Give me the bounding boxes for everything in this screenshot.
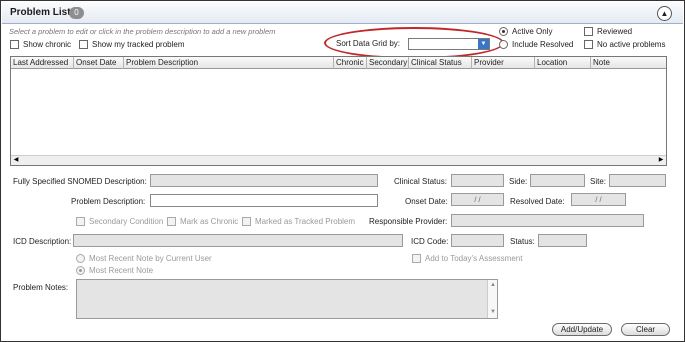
no-active-problems-checkbox[interactable] — [584, 40, 593, 49]
site-field — [609, 174, 666, 187]
responsible-provider-label: Responsible Provider: — [369, 217, 448, 226]
status-label: Status: — [510, 237, 535, 246]
column-header[interactable]: Location — [535, 57, 591, 69]
column-header[interactable]: Chronic — [334, 57, 367, 69]
column-header[interactable]: Secondary — [367, 57, 409, 69]
problem-count-badge: 0 — [69, 7, 84, 19]
column-header[interactable]: Last Addressed — [11, 57, 74, 69]
scroll-left-icon[interactable]: ◀ — [11, 156, 21, 165]
icd-code-field — [451, 234, 504, 247]
most-recent-note-label: Most Recent Note — [89, 266, 154, 275]
column-header[interactable]: Note — [591, 57, 666, 69]
icd-description-label: ICD Description: — [13, 237, 72, 246]
include-resolved-label: Include Resolved — [512, 40, 574, 49]
scroll-down-icon[interactable]: ▼ — [488, 308, 498, 317]
show-chronic-checkbox[interactable] — [10, 40, 19, 49]
clinical-status-field — [451, 174, 504, 187]
problem-notes-label: Problem Notes: — [13, 283, 69, 292]
secondary-condition-label: Secondary Condition — [89, 217, 164, 226]
chevron-down-icon[interactable]: ▼ — [478, 39, 489, 49]
onset-date-label: Onset Date: — [405, 197, 448, 206]
active-only-label: Active Only — [512, 27, 553, 36]
mark-chronic-label: Mark as Chronic — [180, 217, 239, 226]
panel-header: Problem List 0 ▲ — [2, 2, 683, 24]
notes-scrollbar[interactable]: ▲ ▼ — [487, 280, 497, 318]
status-field — [538, 234, 587, 247]
horizontal-scrollbar[interactable]: ◀ ▶ — [11, 155, 666, 165]
add-to-assessment-label: Add to Today's Assessment — [425, 254, 523, 263]
show-tracked-checkbox[interactable] — [79, 40, 88, 49]
reviewed-label: Reviewed — [597, 27, 633, 36]
scroll-right-icon[interactable]: ▶ — [656, 156, 666, 165]
onset-date-field: / / — [451, 193, 504, 206]
problem-data-grid[interactable]: Last Addressed Onset Date Problem Descri… — [10, 56, 667, 166]
scroll-up-icon[interactable]: ▲ — [488, 281, 498, 290]
side-label: Side: — [509, 177, 528, 186]
clear-button[interactable]: Clear — [621, 323, 670, 336]
mark-tracked-label: Marked as Tracked Problem — [255, 217, 356, 226]
chevron-up-icon[interactable]: ▲ — [657, 6, 672, 21]
site-label: Site: — [590, 177, 607, 186]
column-header[interactable]: Clinical Status — [409, 57, 472, 69]
no-active-problems-label: No active problems — [597, 40, 666, 49]
reviewed-checkbox[interactable] — [584, 27, 593, 36]
show-tracked-label: Show my tracked problem — [92, 40, 185, 49]
problem-description-label: Problem Description: — [71, 197, 146, 206]
add-to-assessment-checkbox[interactable] — [412, 254, 421, 263]
mark-chronic-checkbox[interactable] — [167, 217, 176, 226]
resolved-date-label: Resolved Date: — [510, 197, 565, 206]
clinical-status-label: Clinical Status: — [394, 177, 447, 186]
instruction-hint: Select a problem to edit or click in the… — [9, 27, 276, 36]
problem-list-panel: Problem List 0 ▲ Select a problem to edi… — [0, 0, 685, 342]
include-resolved-radio[interactable] — [499, 40, 508, 49]
resolved-date-field: / / — [571, 193, 626, 206]
most-recent-by-user-label: Most Recent Note by Current User — [89, 254, 212, 263]
sort-data-grid-select[interactable]: ▼ — [408, 38, 490, 50]
secondary-condition-checkbox[interactable] — [76, 217, 85, 226]
responsible-provider-field — [451, 214, 644, 227]
most-recent-note-radio[interactable] — [76, 266, 85, 275]
active-only-radio[interactable] — [499, 27, 508, 36]
panel-title: Problem List — [10, 7, 71, 18]
column-header[interactable]: Problem Description — [124, 57, 334, 69]
snomed-label: Fully Specified SNOMED Description: — [13, 177, 147, 186]
column-header[interactable]: Provider — [472, 57, 535, 69]
side-field — [530, 174, 585, 187]
sort-label: Sort Data Grid by: — [336, 39, 401, 48]
mark-tracked-checkbox[interactable] — [242, 217, 251, 226]
icd-code-label: ICD Code: — [411, 237, 449, 246]
icd-description-field — [73, 234, 403, 247]
snomed-description-field — [150, 174, 378, 187]
problem-notes-textarea[interactable]: ▲ ▼ — [76, 279, 498, 319]
most-recent-by-user-radio[interactable] — [76, 254, 85, 263]
grid-header: Last Addressed Onset Date Problem Descri… — [11, 57, 666, 69]
show-chronic-label: Show chronic — [23, 40, 72, 49]
add-update-button[interactable]: Add/Update — [552, 323, 612, 336]
column-header[interactable]: Onset Date — [74, 57, 124, 69]
problem-description-input[interactable] — [150, 194, 378, 207]
